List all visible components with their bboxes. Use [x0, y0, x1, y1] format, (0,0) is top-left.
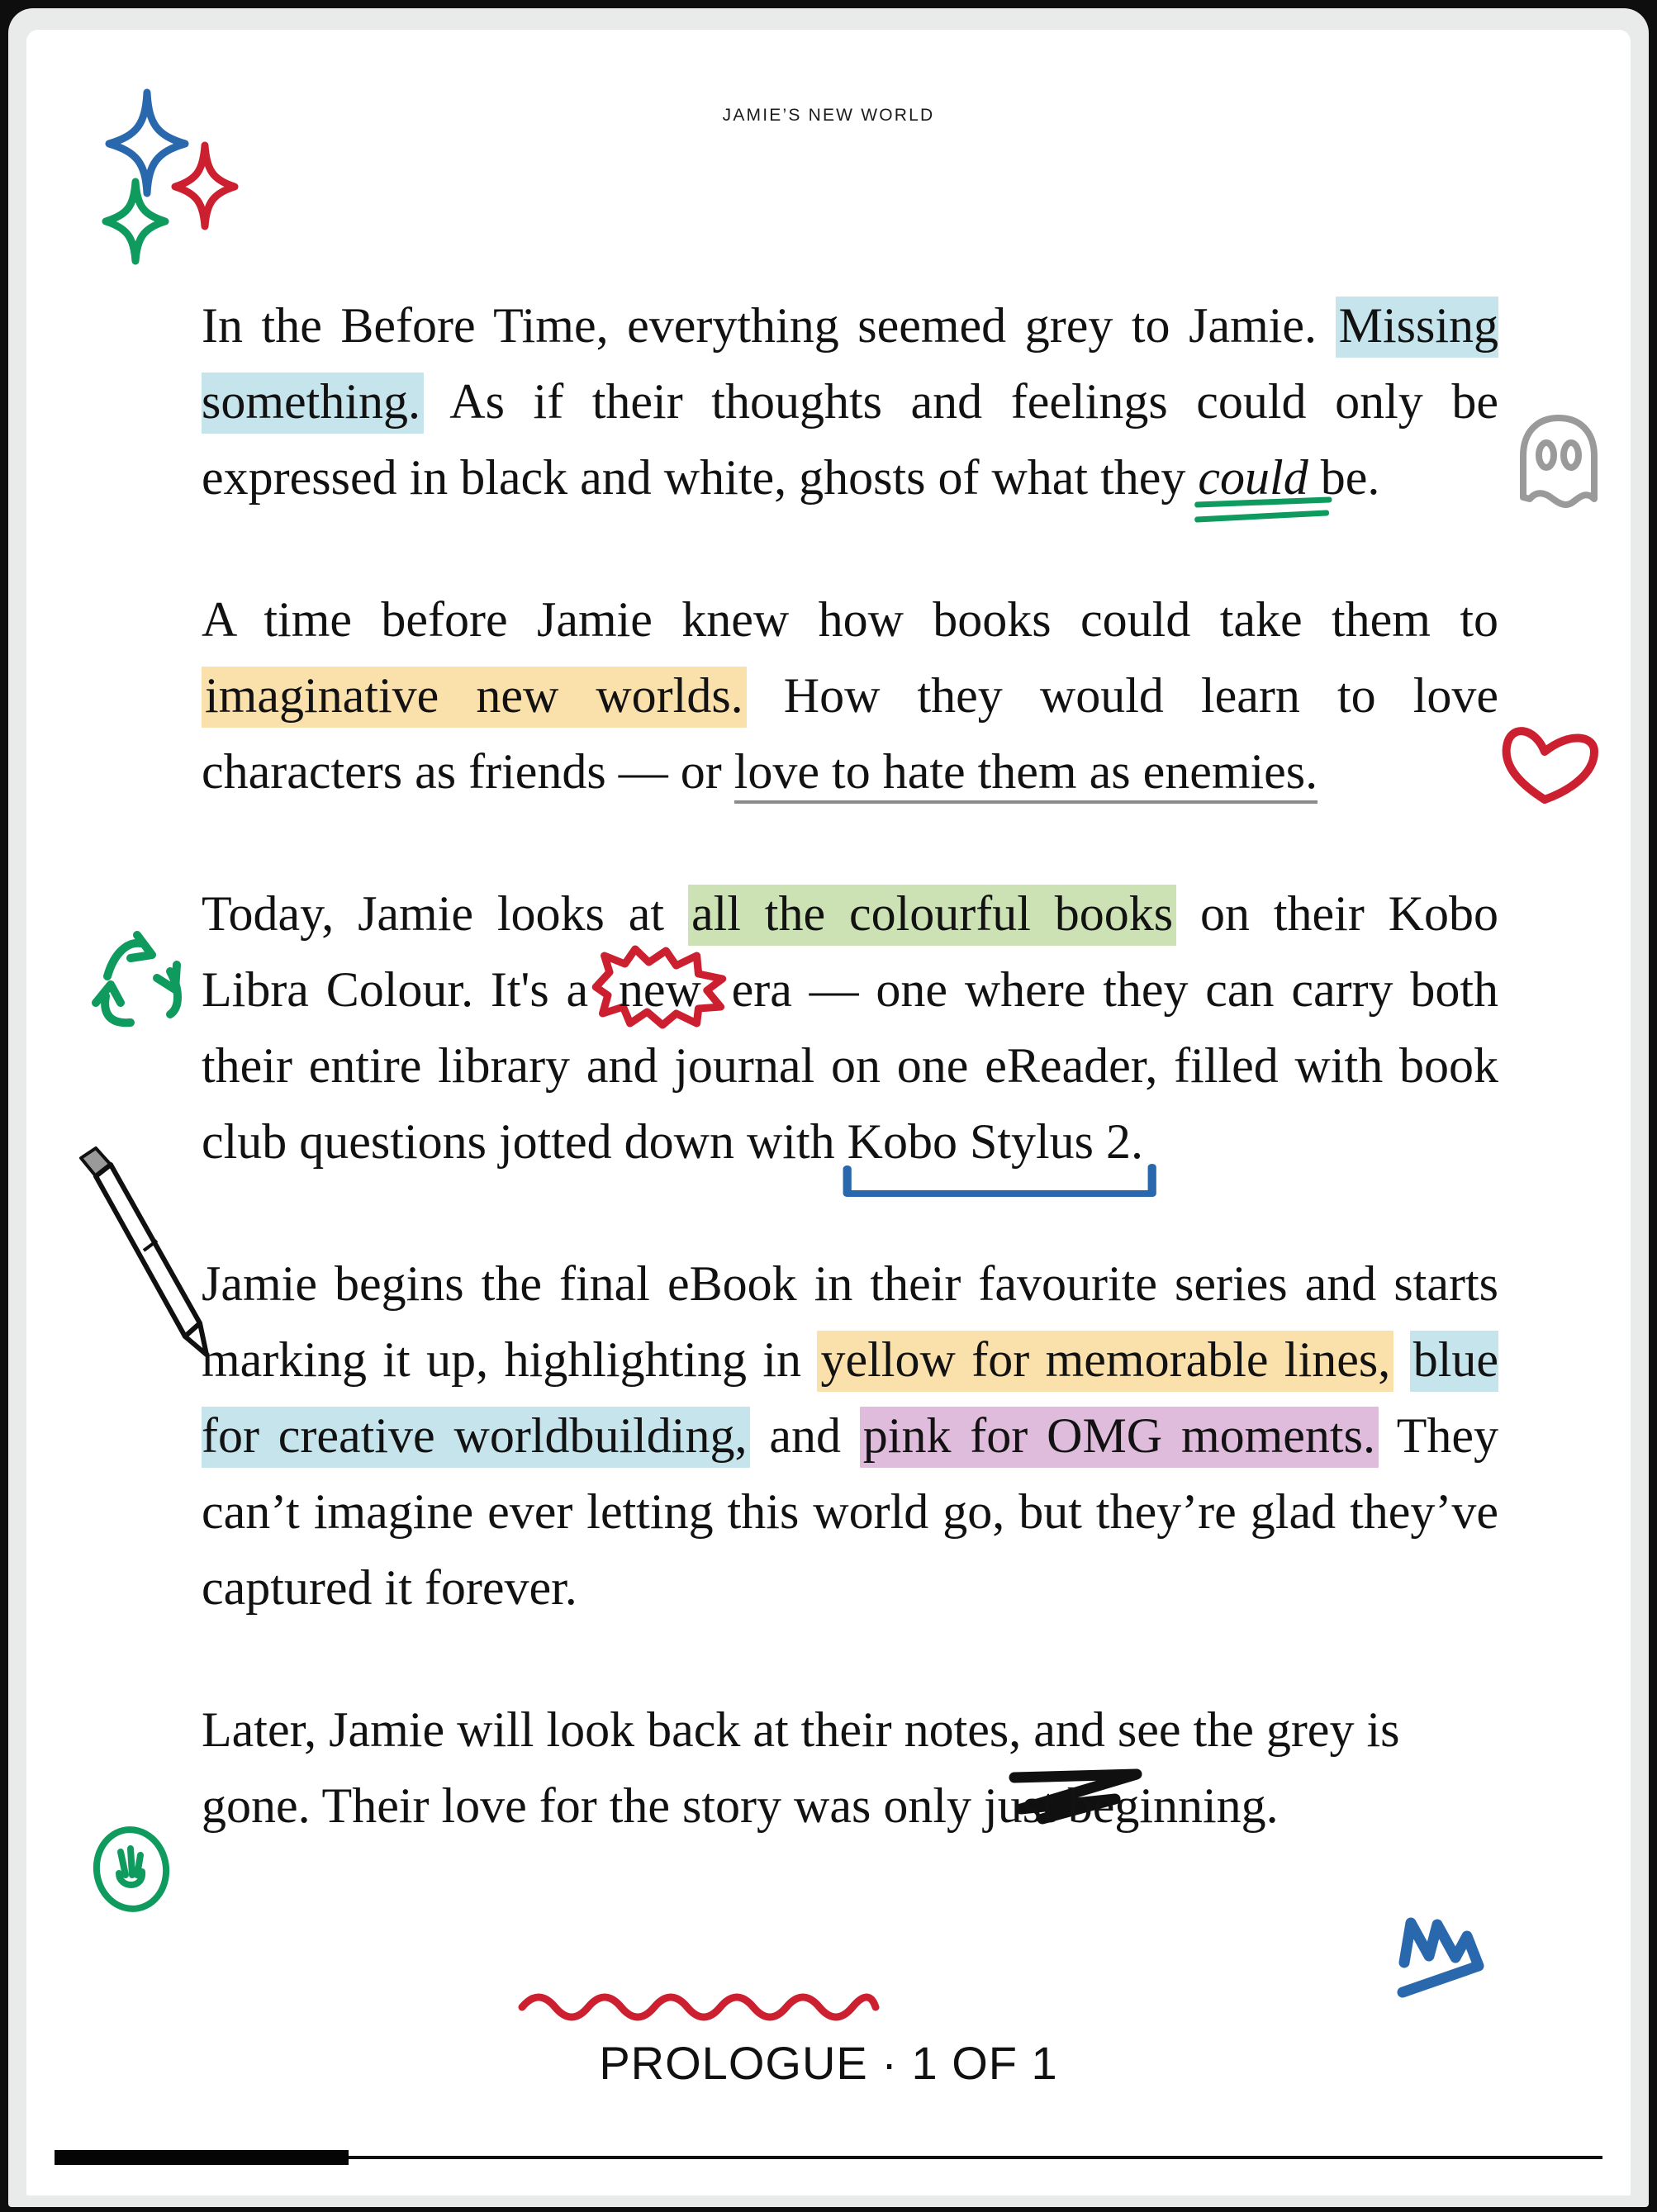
smiley-hand-icon [86, 1824, 177, 1915]
green-double-underline-icon [1194, 496, 1332, 523]
wavy-underline-red [517, 1986, 881, 2024]
paragraph-3[interactable]: Today, Jamie looks at all the colourful … [202, 876, 1498, 1197]
highlight-pink[interactable]: pink for OMG moments. [859, 1407, 1379, 1468]
highlight-yellow[interactable]: imaginative new worlds. [202, 667, 747, 728]
starburst-annotation-red[interactable]: new [591, 945, 727, 1029]
ebook-body-column: In the Before Time, everything seemed gr… [202, 287, 1499, 1844]
text-run: be. [1308, 450, 1380, 505]
sparkle-blue-icon [105, 88, 189, 197]
text-run: In the Before Time, everything seemed gr… [202, 298, 1336, 353]
red-squiggle-icon [518, 1993, 880, 2021]
paragraph-1[interactable]: In the Before Time, everything seemed gr… [202, 287, 1498, 523]
underline-grey[interactable]: love to hate them as enemies. [734, 744, 1318, 804]
text-run-italic: could [1198, 450, 1308, 505]
text-run: Today, Jamie looks at [202, 886, 688, 941]
zigzag-blue-icon [1391, 1913, 1498, 2008]
paragraph-4[interactable]: Jamie begins the final eBook in their fa… [202, 1246, 1499, 1626]
sparkle-red-icon [171, 141, 239, 230]
sparkle-green-icon [102, 178, 169, 265]
text-run: Later, Jamie will look back at their not… [202, 1702, 1400, 1833]
blue-bracket-icon [843, 1164, 1156, 1197]
screen-bezel: JAMIE’S NEW WORLD In the Before Time, ev… [8, 8, 1649, 2207]
text-run: and [750, 1408, 860, 1463]
reading-progress-fill [55, 2150, 349, 2165]
sparkle-cluster [99, 78, 256, 268]
page-footer-label: PROLOGUE · 1 OF 1 [599, 2037, 1058, 2089]
running-header-title: JAMIE’S NEW WORLD [722, 106, 935, 125]
highlight-green[interactable]: all the colourful books [687, 885, 1177, 946]
pencil-icon [74, 1143, 223, 1366]
bracket-underline-blue[interactable]: Kobo Stylus 2. [843, 1114, 1156, 1197]
reading-progress-track[interactable] [55, 2150, 1602, 2165]
text-run [1393, 1332, 1409, 1387]
text-run: Kobo Stylus 2. [847, 1114, 1144, 1169]
double-underline-green[interactable]: could [1194, 450, 1332, 523]
page-surface[interactable]: JAMIE’S NEW WORLD In the Before Time, ev… [26, 30, 1631, 2195]
heart-icon [1497, 715, 1612, 810]
recycle-icon [84, 928, 192, 1036]
ghost-icon [1505, 408, 1612, 515]
paragraph-2[interactable]: A time before Jamie knew how books could… [202, 581, 1498, 809]
highlight-yellow[interactable]: yellow for memorable lines, [817, 1331, 1394, 1392]
text-run-circled: new [618, 962, 701, 1017]
paragraph-5[interactable]: Later, Jamie will look back at their not… [202, 1692, 1498, 1844]
text-run: A time before Jamie knew how books could… [202, 592, 1498, 647]
ereader-device-frame: JAMIE’S NEW WORLD In the Before Time, ev… [0, 0, 1657, 2212]
